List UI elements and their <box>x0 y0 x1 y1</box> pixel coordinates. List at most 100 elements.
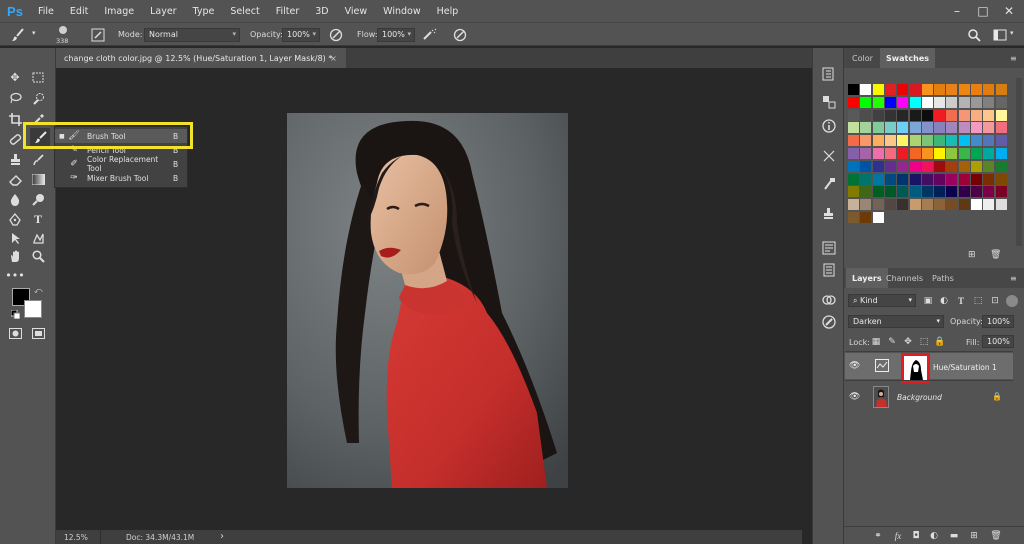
history-brush-tool-icon[interactable] <box>28 150 48 168</box>
swatch[interactable] <box>983 122 995 134</box>
swatch[interactable] <box>934 173 946 185</box>
swatch[interactable] <box>884 122 896 134</box>
swatch[interactable] <box>946 199 958 211</box>
lock-position-icon[interactable]: ✥ <box>902 336 914 348</box>
swatch[interactable] <box>934 96 946 108</box>
color-panel-icon[interactable] <box>821 94 837 110</box>
panel-menu-icon[interactable]: ≡ <box>1010 274 1017 283</box>
menu-select[interactable]: Select <box>222 6 267 17</box>
pressure-size-icon[interactable] <box>452 27 468 43</box>
brush-size-preview-icon[interactable] <box>56 25 70 37</box>
blend-mode-select[interactable]: Darken ▾ <box>848 315 944 328</box>
swatch[interactable] <box>934 84 946 95</box>
swatch[interactable] <box>860 109 872 121</box>
swatch[interactable] <box>983 135 995 147</box>
swatch[interactable] <box>897 173 909 185</box>
brush-preset-icon[interactable] <box>10 27 26 43</box>
swatch[interactable] <box>897 122 909 134</box>
search-icon[interactable] <box>966 27 982 43</box>
opacity-field[interactable]: 100% ▾ <box>282 28 320 42</box>
swatch[interactable] <box>872 135 884 147</box>
filter-pixel-icon[interactable]: ▣ <box>922 295 934 307</box>
type-tool-icon[interactable]: T <box>28 210 48 228</box>
maximize-button[interactable]: □ <box>970 0 996 22</box>
swatch[interactable] <box>848 160 859 172</box>
swatch[interactable] <box>934 135 946 147</box>
hand-tool-icon[interactable] <box>5 247 25 265</box>
styles-panel-icon[interactable] <box>821 292 837 308</box>
swatch[interactable] <box>848 199 859 211</box>
filter-adjustment-icon[interactable]: ◐ <box>938 295 950 307</box>
swatch[interactable] <box>921 122 933 134</box>
swatch[interactable] <box>897 148 909 159</box>
new-group-icon[interactable]: ▬ <box>948 530 960 542</box>
add-mask-icon[interactable]: ◘ <box>910 530 922 542</box>
custom-shape-tool-icon[interactable] <box>28 229 48 247</box>
crop-tool-icon[interactable] <box>5 110 25 128</box>
swatch[interactable] <box>860 135 872 147</box>
swatch[interactable] <box>995 173 1007 185</box>
mode-select[interactable]: Normal ▾ <box>144 28 240 42</box>
quick-selection-tool-icon[interactable] <box>28 89 48 107</box>
swatch[interactable] <box>934 109 946 121</box>
properties-panel-icon[interactable] <box>821 240 837 256</box>
marquee-tool-icon[interactable] <box>28 68 48 86</box>
swatch[interactable] <box>983 109 995 121</box>
swatch[interactable] <box>946 96 958 108</box>
tab-channels[interactable]: Channels <box>880 268 929 288</box>
swatch[interactable] <box>860 199 872 211</box>
tool-presets-icon[interactable] <box>821 176 837 192</box>
navigator-panel-icon[interactable] <box>821 314 837 330</box>
swatch[interactable] <box>897 186 909 198</box>
swatch[interactable] <box>971 186 982 198</box>
swatch[interactable] <box>958 173 970 185</box>
swatch[interactable] <box>909 148 921 159</box>
swatch[interactable] <box>921 84 933 95</box>
flyout-item-mixer-brush-tool[interactable]: ✑ Mixer Brush Tool B <box>55 171 187 185</box>
swatch[interactable] <box>872 109 884 121</box>
info-panel-icon[interactable] <box>821 118 837 134</box>
blur-tool-icon[interactable] <box>5 190 25 208</box>
trash-icon[interactable]: 🗑 <box>990 530 1002 542</box>
swatch[interactable] <box>884 135 896 147</box>
fill-field[interactable]: 100% <box>982 335 1014 348</box>
swatches-scrollbar[interactable] <box>1016 78 1022 246</box>
document-tab[interactable]: change cloth color.jpg @ 12.5% (Hue/Satu… <box>56 48 346 68</box>
swatch[interactable] <box>909 173 921 185</box>
workspace-switcher-icon[interactable] <box>992 27 1008 43</box>
swatch[interactable] <box>958 160 970 172</box>
swatch[interactable] <box>909 84 921 95</box>
default-colors-icon[interactable] <box>10 309 21 320</box>
swatch[interactable] <box>848 96 859 108</box>
lock-artboard-icon[interactable]: ⬚ <box>918 336 930 348</box>
swatch[interactable] <box>872 160 884 172</box>
swatch[interactable] <box>897 199 909 211</box>
swatch[interactable] <box>872 122 884 134</box>
swatch[interactable] <box>848 135 859 147</box>
minimize-button[interactable]: – <box>944 0 970 22</box>
menu-help[interactable]: Help <box>429 6 467 17</box>
swatch[interactable] <box>860 122 872 134</box>
swatch[interactable] <box>958 148 970 159</box>
swatch[interactable] <box>848 84 859 95</box>
lock-pixels-icon[interactable]: ✎ <box>886 336 898 348</box>
swatch[interactable] <box>909 135 921 147</box>
menu-layer[interactable]: Layer <box>142 6 185 17</box>
swatch[interactable] <box>971 84 982 95</box>
swatch[interactable] <box>872 186 884 198</box>
swatch[interactable] <box>971 122 982 134</box>
move-tool-icon[interactable]: ✥ <box>5 68 25 86</box>
swatch[interactable] <box>958 199 970 211</box>
swatch[interactable] <box>872 212 884 223</box>
more-tools-icon[interactable]: ••• <box>5 266 25 284</box>
swap-colors-icon[interactable]: ⤺ <box>34 286 44 296</box>
swatch[interactable] <box>884 160 896 172</box>
layer-mask-thumbnail[interactable] <box>901 353 930 383</box>
menu-type[interactable]: Type <box>185 6 223 17</box>
swatch[interactable] <box>921 109 933 121</box>
swatch[interactable] <box>983 84 995 95</box>
swatch[interactable] <box>848 173 859 185</box>
swatch[interactable] <box>872 84 884 95</box>
swatch[interactable] <box>995 135 1007 147</box>
swatch[interactable] <box>958 109 970 121</box>
